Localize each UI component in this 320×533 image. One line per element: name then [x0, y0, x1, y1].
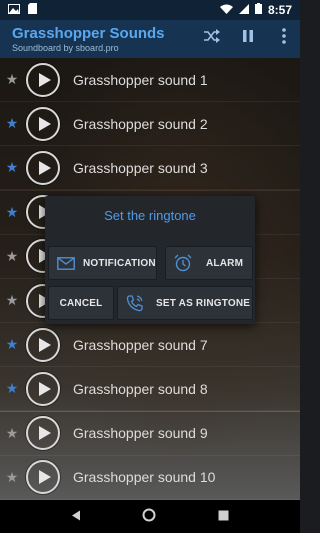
ringtone-dialog: Set the ringtone NOTIFICATION ALARM CANC… [45, 196, 255, 324]
signal-icon [238, 3, 249, 17]
alarm-label: ALARM [206, 257, 244, 269]
sound-row[interactable]: ★ Grasshopper sound 2 [0, 102, 300, 147]
favorite-star-icon[interactable]: ★ [1, 292, 23, 309]
play-button[interactable] [26, 371, 60, 406]
play-button[interactable] [26, 327, 60, 362]
cancel-button[interactable]: CANCEL [48, 286, 114, 320]
cancel-label: CANCEL [59, 297, 103, 309]
play-button[interactable] [26, 460, 60, 495]
wifi-icon [219, 3, 233, 17]
status-time: 8:57 [267, 3, 292, 17]
play-button[interactable] [26, 416, 60, 451]
sound-label: Grasshopper sound 3 [73, 159, 208, 176]
home-icon[interactable] [142, 508, 156, 525]
sound-label: Grasshopper sound 2 [73, 115, 208, 132]
pause-icon[interactable] [238, 29, 258, 49]
play-icon [38, 337, 51, 352]
more-vert-icon[interactable] [274, 28, 294, 50]
play-button[interactable] [26, 62, 60, 97]
phone-icon [122, 294, 148, 312]
favorite-star-icon[interactable]: ★ [1, 248, 23, 265]
sound-row[interactable]: ★ Grasshopper sound 8 [0, 367, 300, 412]
sound-label: Grasshopper sound 7 [73, 336, 208, 353]
shuffle-icon[interactable] [202, 29, 222, 49]
sound-label: Grasshopper sound 9 [73, 425, 208, 442]
favorite-star-icon[interactable]: ★ [1, 204, 23, 221]
sound-row[interactable]: ★ Grasshopper sound 10 [0, 455, 300, 500]
play-icon [38, 381, 51, 396]
nav-bar [0, 500, 300, 533]
sound-row[interactable]: ★ Grasshopper sound 3 [0, 146, 300, 191]
play-icon [38, 72, 51, 87]
play-icon [38, 116, 51, 131]
app-bar: Grasshopper Sounds Soundboard by sboard.… [0, 20, 300, 58]
play-button[interactable] [26, 150, 60, 185]
battery-icon [254, 3, 262, 17]
sound-label: Grasshopper sound 8 [73, 380, 208, 397]
sound-label: Grasshopper sound 10 [73, 469, 216, 486]
favorite-star-icon[interactable]: ★ [1, 159, 23, 176]
play-icon [38, 426, 51, 441]
sound-row[interactable]: ★ Grasshopper sound 9 [0, 411, 300, 456]
notification-button[interactable]: NOTIFICATION [48, 246, 157, 280]
envelope-icon [53, 256, 79, 270]
sound-row[interactable]: ★ Grasshopper sound 7 [0, 323, 300, 368]
gallery-notification-icon [8, 3, 20, 17]
sound-row[interactable]: ★ Grasshopper sound 1 [0, 58, 300, 102]
set-as-ringtone-button[interactable]: SET AS RINGTONE [117, 286, 253, 320]
play-icon [38, 160, 51, 175]
play-icon [38, 470, 51, 485]
status-bar: 8:57 [0, 0, 300, 20]
sd-card-icon [28, 3, 37, 17]
set-as-ringtone-label: SET AS RINGTONE [156, 297, 251, 309]
favorite-star-icon[interactable]: ★ [1, 380, 23, 397]
recents-icon[interactable] [218, 510, 229, 524]
play-button[interactable] [26, 106, 60, 141]
favorite-star-icon[interactable]: ★ [1, 469, 23, 486]
favorite-star-icon[interactable]: ★ [1, 115, 23, 132]
dialog-title: Set the ringtone [104, 208, 196, 223]
favorite-star-icon[interactable]: ★ [1, 336, 23, 353]
alarm-clock-icon [170, 254, 196, 272]
notification-label: NOTIFICATION [83, 257, 156, 269]
favorite-star-icon[interactable]: ★ [1, 425, 23, 442]
back-icon[interactable] [71, 510, 81, 524]
favorite-star-icon[interactable]: ★ [1, 71, 23, 88]
sound-label: Grasshopper sound 1 [73, 71, 208, 88]
alarm-button[interactable]: ALARM [165, 246, 253, 280]
